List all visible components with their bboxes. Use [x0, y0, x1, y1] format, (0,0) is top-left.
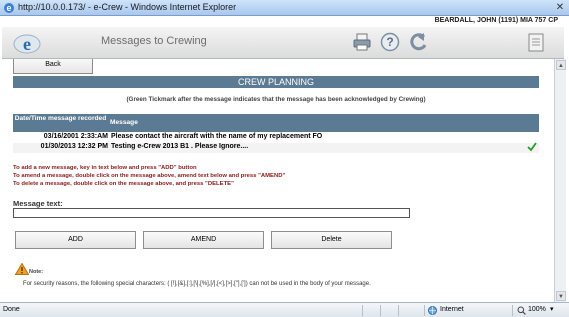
internet-explorer-icon: e: [4, 3, 14, 13]
status-text: Done: [3, 306, 20, 313]
back-button[interactable]: Back: [13, 59, 93, 74]
note-label: Note:: [29, 269, 44, 275]
header-band: e Messages to Crewing ?: [2, 27, 564, 58]
zoom-level[interactable]: 100%: [528, 306, 546, 313]
zoom-icon[interactable]: [517, 306, 526, 315]
row-datetime: 01/30/2013 12:32 PM: [40, 143, 108, 150]
security-note: For security reasons, the following spec…: [23, 281, 371, 287]
close-icon[interactable]: ✕: [554, 2, 566, 13]
app-header: BEARDALL, JOHN (1191) MIA 757 CP e Messa…: [2, 17, 564, 59]
scroll-up-icon[interactable]: ▲: [556, 60, 566, 70]
user-bar: BEARDALL, JOHN (1191) MIA 757 CP: [182, 17, 562, 26]
help-icon[interactable]: ?: [379, 31, 401, 53]
message-text-input[interactable]: [13, 208, 410, 218]
row-message: Testing e-Crew 2013 B1 . Please Ignore..…: [111, 143, 249, 150]
add-button[interactable]: ADD: [15, 231, 136, 249]
security-zone: Internet: [440, 306, 464, 313]
content-area: Back CREW PLANNING (Green Tickmark after…: [2, 59, 554, 302]
page-title: Messages to Crewing: [101, 35, 207, 47]
back-arrow-icon[interactable]: [408, 31, 430, 53]
vertical-scrollbar[interactable]: ▲ ▼: [554, 59, 566, 302]
status-divider: [380, 305, 381, 316]
status-divider: [424, 305, 425, 316]
status-bar: Done Internet 100% ▾: [0, 302, 569, 317]
instruction-amend: To amend a message, double click on the …: [13, 173, 286, 179]
window-titlebar: e http://10.0.0.173/ - e-Crew - Windows …: [0, 0, 569, 16]
row-datetime: 03/16/2001 2:33:AM: [43, 133, 108, 140]
status-divider: [512, 305, 513, 316]
document-icon[interactable]: [525, 31, 547, 53]
warning-icon: [15, 263, 29, 275]
column-header-message: Message: [110, 119, 138, 126]
acknowledgement-note: (Green Tickmark after the message indica…: [126, 96, 426, 103]
internet-zone-icon: [428, 306, 437, 315]
column-header-datetime: Date/Time message recorded: [14, 115, 107, 122]
svg-text:e: e: [6, 3, 11, 13]
scroll-down-icon[interactable]: ▼: [556, 291, 566, 301]
row-message: Please contact the aircraft with the nam…: [111, 133, 323, 140]
table-row[interactable]: 03/16/2001 2:33:AM Please contact the ai…: [13, 133, 539, 143]
amend-button[interactable]: AMEND: [143, 231, 264, 249]
zoom-dropdown-icon[interactable]: ▾: [550, 305, 554, 313]
section-title: CREW PLANNING: [13, 76, 539, 88]
status-divider: [362, 305, 363, 316]
instruction-add: To add a new message, key in text below …: [13, 165, 197, 171]
status-divider: [398, 305, 399, 316]
instruction-delete: To delete a message, double click on the…: [13, 181, 234, 187]
user-info: BEARDALL, JOHN (1191) MIA 757 CP: [434, 17, 558, 24]
svg-text:?: ?: [386, 35, 393, 49]
e-crew-logo-icon[interactable]: e: [12, 30, 42, 56]
window-title: http://10.0.0.173/ - e-Crew - Windows In…: [18, 2, 237, 12]
acknowledged-check-icon: [527, 142, 537, 152]
printer-icon[interactable]: [351, 31, 373, 53]
delete-button[interactable]: Delete: [271, 231, 392, 249]
svg-text:e: e: [23, 34, 31, 54]
message-text-label: Message text:: [13, 199, 63, 208]
table-row[interactable]: 01/30/2013 12:32 PM Testing e-Crew 2013 …: [13, 142, 539, 153]
table-header: Date/Time message recorded Message: [13, 114, 539, 132]
